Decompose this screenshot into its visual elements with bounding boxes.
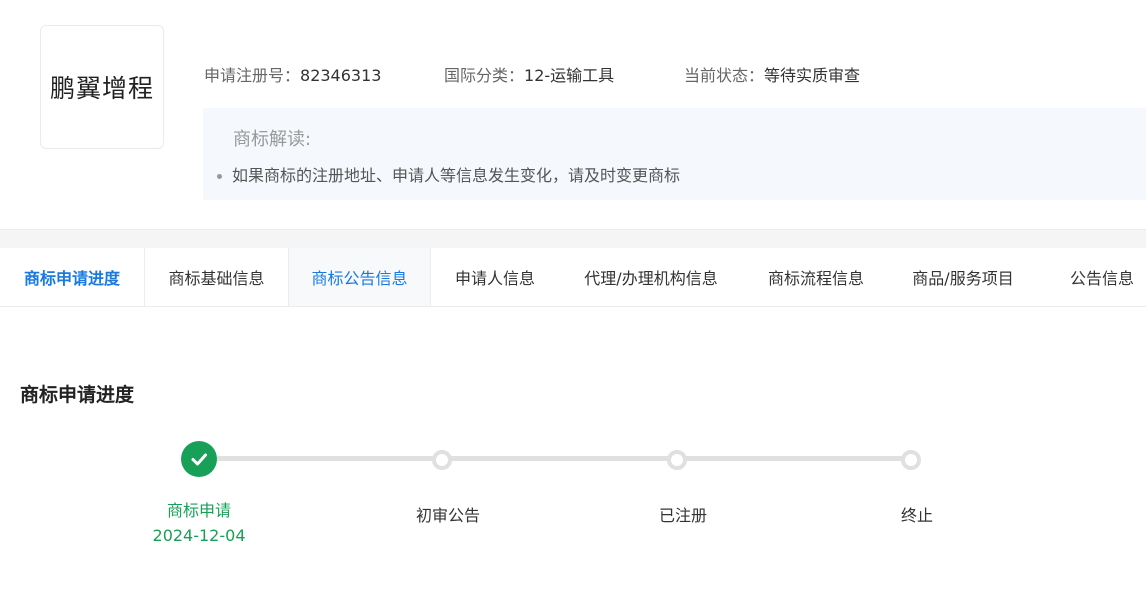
tab-announcement-info[interactable]: 商标公告信息 [288,248,431,306]
step-label: 商标申请 [166,501,232,520]
tab-announcements[interactable]: 公告信息 [1037,248,1146,306]
section-divider [0,229,1146,248]
interpretation-item: 如果商标的注册地址、申请人等信息发生变化，请及时变更商标 [217,162,680,186]
tab-label: 商品/服务项目 [912,269,1014,288]
step-label: 终止 [900,506,934,525]
registration-number: 申请注册号：82346313 [204,62,381,86]
trademark-logo: 鹏翼增程 [40,25,164,149]
interpretation-title: 商标解读: [233,129,312,150]
step-pending-node [901,450,921,470]
step-label: 已注册 [658,506,708,525]
international-class-value: 12-运输工具 [524,66,615,85]
bullet-icon [217,174,222,179]
tab-label: 商标公告信息 [311,269,408,288]
tab-applicant-info[interactable]: 申请人信息 [431,248,559,306]
tab-bar: 商标申请进度 商标基础信息 商标公告信息 申请人信息 代理/办理机构信息 商标流… [0,248,1146,307]
international-class: 国际分类：12-运输工具 [444,62,614,86]
progress-connector [449,456,668,461]
current-status-label: 当前状态： [684,66,765,85]
step-label: 初审公告 [415,506,481,525]
progress-connector [684,456,902,461]
check-icon [191,453,207,466]
trademark-interpretation: 商标解读: 如果商标的注册地址、申请人等信息发生变化，请及时变更商标 [203,108,1146,200]
tab-application-progress[interactable]: 商标申请进度 [0,248,145,306]
registration-number-value: 82346313 [300,66,382,85]
tab-label: 商标流程信息 [767,269,864,288]
international-class-label: 国际分类： [444,66,525,85]
step-pending-node [432,450,452,470]
progress-connector [217,456,436,461]
interpretation-item-text: 如果商标的注册地址、申请人等信息发生变化，请及时变更商标 [232,166,681,185]
tab-label: 公告信息 [1069,269,1134,288]
step-done-node [181,441,217,477]
tab-label: 代理/办理机构信息 [584,269,718,288]
tab-process-info[interactable]: 商标流程信息 [743,248,889,306]
step-pending-node [667,450,687,470]
tab-label: 申请人信息 [454,269,535,288]
tab-goods-services[interactable]: 商品/服务项目 [889,248,1037,306]
registration-number-label: 申请注册号： [204,66,301,85]
trademark-logo-text: 鹏翼增程 [49,74,154,103]
tab-agency-info[interactable]: 代理/办理机构信息 [559,248,743,306]
progress-section-title: 商标申请进度 [20,384,135,406]
current-status-value: 等待实质审查 [764,66,861,85]
tab-basic-info[interactable]: 商标基础信息 [145,248,288,306]
step-date: 2024-12-04 [152,526,246,545]
tab-label: 商标申请进度 [23,269,120,288]
tab-label: 商标基础信息 [168,269,265,288]
current-status: 当前状态：等待实质审查 [684,62,860,86]
